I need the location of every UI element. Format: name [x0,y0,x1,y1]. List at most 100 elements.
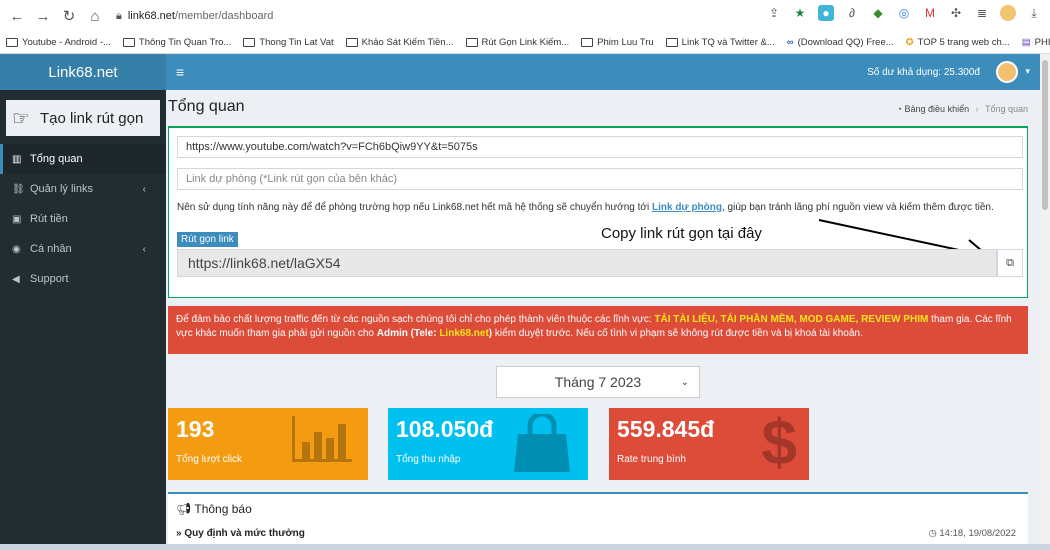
url-host: link68.net [127,10,175,22]
dashboard-icon: ◔ [896,104,903,114]
bookmark-item[interactable]: Thong Tin Lat Vat [243,37,334,48]
sidebar-item-label: Rút tiền [30,213,68,225]
bookmark-item[interactable]: Link TQ và Twitter &... [665,37,775,48]
sidebar-item-personal[interactable]: ◉ Cá nhân ‹ [0,234,166,264]
browser-toolbar: ← → ↻ ⌂ 🔒︎ link68.net/member/dashboard ⇪… [0,0,1050,32]
breadcrumb-home[interactable]: Bảng điều khiển [905,104,970,114]
bookmark-item[interactable]: Rút Gọn Link Kiếm... [465,37,569,48]
bookmark-item[interactable]: Youtube - Android -... [6,37,111,48]
bookmark-item[interactable]: ▤PHIẾU ĐĂNG KÝ TH... [1022,37,1050,48]
address-bar[interactable]: 🔒︎ link68.net/member/dashboard [116,4,796,28]
scrollbar[interactable] [1040,54,1050,550]
main-content: Tổng quan ◔ Bảng điều khiển › Tổng quan … [166,90,1040,550]
notice-time: ◷ 14:18, 19/08/2022 [928,528,1016,539]
form-icon: ▤ [1021,37,1031,48]
bookmark-item[interactable]: Khảo Sát Kiếm Tiền... [345,37,454,48]
reading-list-icon[interactable]: ≣ [974,5,990,21]
stat-average-rate: 559.845đ Rate trung bình $ [609,408,809,480]
bar-chart-icon [292,416,352,462]
sidebar-item-label: Support [30,273,69,285]
folder-icon [665,38,678,47]
shorten-form-box: https://www.youtube.com/watch?v=FCh6bQiw… [168,126,1028,298]
url-path: /member/dashboard [174,10,274,22]
stat-label: Tổng thu nhập [396,454,461,465]
month-select[interactable]: Tháng 7 2023 ⌄ [496,366,700,398]
app-header: Link68.net ≡ Số dư khả dụng: 25.300đ ▾ [0,54,1040,90]
caret-down-icon[interactable]: ▾ [1025,66,1030,77]
breadcrumb-separator: › [975,104,979,114]
stat-value: 193 [176,416,215,442]
stat-total-income: 108.050đ Tổng thu nhập [388,408,588,480]
download-icon[interactable]: ⤓ [1026,5,1042,21]
stat-label: Tổng lượt click [176,454,243,465]
short-link-output[interactable]: https://link68.net/laGX54 [177,249,997,277]
taskbar [0,544,1050,550]
back-icon[interactable]: ← [6,5,28,27]
copy-button[interactable]: ⧉ [997,249,1023,277]
create-link-label: Tạo link rút gọn [39,109,144,127]
bookmarks-bar: Youtube - Android -... Thông Tin Quan Tr… [0,32,1050,54]
create-link-button[interactable]: ☞ Tạo link rút gọn [6,100,160,136]
bookmark-star-icon[interactable]: ★ [792,5,808,21]
chevron-down-icon: ⌄ [680,376,689,388]
extension-icon[interactable]: ◆ [870,5,886,21]
bookmark-item[interactable]: Thông Tin Quan Tro... [122,37,231,48]
reload-icon[interactable]: ↻ [58,5,80,27]
annotation-text: Copy link rút gọn tại đây [601,225,762,242]
sidebar-item-label: Tổng quan [30,153,83,165]
long-url-input[interactable]: https://www.youtube.com/watch?v=FCh6bQiw… [177,136,1023,158]
profile-icon[interactable] [1000,5,1016,21]
copy-icon: ⧉ [1006,256,1014,269]
sidebar-item-support[interactable]: ◀ Support [0,264,166,294]
forward-icon[interactable]: → [32,5,54,27]
folder-icon [345,38,358,47]
scrollbar-thumb[interactable] [1042,60,1048,210]
folder-icon [6,38,18,47]
chevron-left-icon: ‹ [142,183,146,195]
stat-value: 559.845đ [617,416,715,442]
pointing-hand-icon: ☞ [12,107,30,130]
telegram-icon: ◀ [12,273,20,285]
notice-item[interactable]: » Quy định và mức thưởng [176,528,305,539]
backup-link-input[interactable]: Link dự phòng (*Link rút gọn của bên khá… [177,168,1023,190]
sidebar-item-manage-links[interactable]: ⛓ Quản lý links ‹ [0,174,166,204]
sidebar-item-label: Cá nhân [30,243,72,255]
menu-toggle-icon[interactable]: ≡ [176,64,184,80]
home-icon[interactable]: ⌂ [84,5,106,27]
sidebar-item-overview[interactable]: ▥ Tổng quan [0,144,166,174]
month-select-value: Tháng 7 2023 [554,374,642,390]
bookmark-item[interactable]: ✪ TOP 5 trang web ch... [906,37,1010,48]
notice-box: 📢︎ Thông báo » Quy định và mức thưởng ◷ … [168,492,1028,550]
breadcrumb: ◔ Bảng điều khiển › Tổng quan [897,104,1028,114]
bookmark-item[interactable]: Phim Luu Tru [581,37,654,48]
backup-link[interactable]: Link dự phòng [652,202,722,213]
clock-icon: ◷ [928,528,937,539]
folder-icon [465,38,478,47]
folder-icon [243,38,256,47]
avatar[interactable] [996,61,1018,83]
folder-icon [581,38,594,47]
sidebar: ☞ Tạo link rút gọn ▥ Tổng quan ⛓ Quản lý… [0,90,166,550]
link-icon: ⛓ [12,183,25,195]
user-icon: ◉ [12,243,21,255]
chevron-left-icon: ‹ [142,243,146,255]
share-icon[interactable]: ⇪ [766,5,782,21]
breadcrumb-current: Tổng quan [984,104,1028,114]
shopping-bag-icon [514,414,570,472]
dollar-icon: $ [761,408,797,478]
extension-icon[interactable]: ● [818,5,834,21]
money-icon: ▣ [12,213,22,225]
extension-icon[interactable]: ◎ [896,5,912,21]
extension-icon[interactable]: M [922,5,938,21]
sidebar-item-withdraw[interactable]: ▣ Rút tiền [0,204,166,234]
shorten-label: Rút gọn link [177,232,238,247]
bar-chart-icon: ▥ [12,153,22,165]
puzzle-icon[interactable]: ✣ [948,5,964,21]
stat-total-clicks: 193 Tổng lượt click [168,408,368,480]
site-icon: ✪ [905,37,914,48]
folder-icon [122,38,135,47]
bookmark-item[interactable]: ∞ (Download QQ) Free... [787,37,894,48]
extension-icon[interactable]: ∂ [844,5,860,21]
balance-text: Số dư khả dụng: 25.300đ [867,66,980,78]
logo[interactable]: Link68.net [0,54,166,90]
